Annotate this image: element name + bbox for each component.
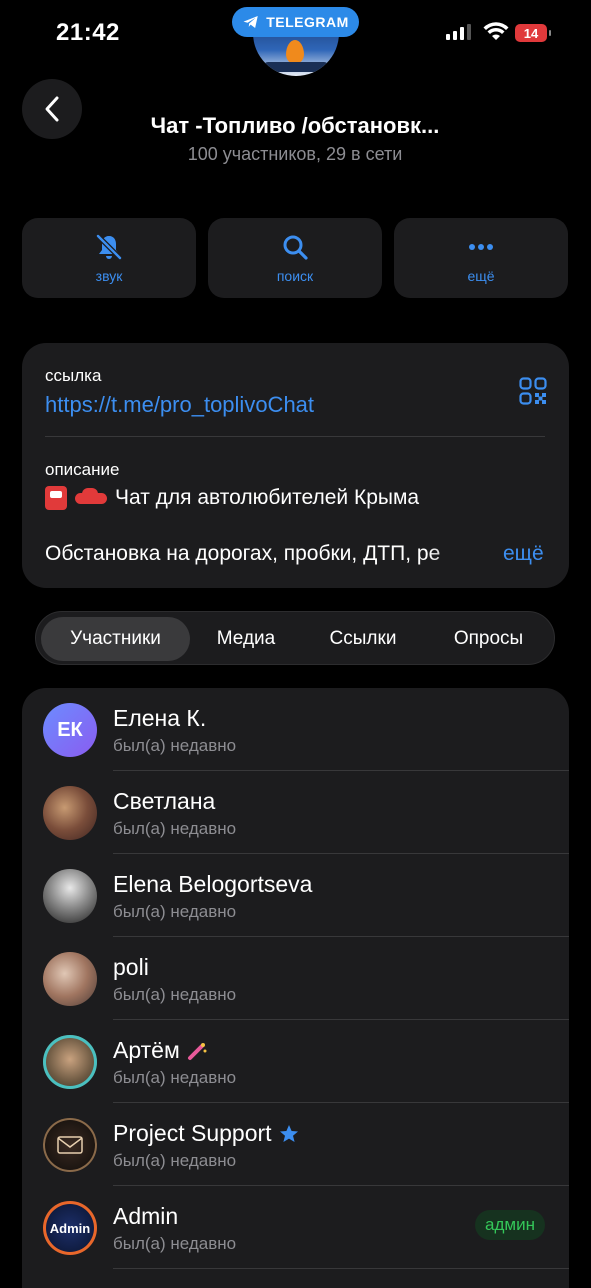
member-row[interactable]: Elena Belogortseva был(а) недавно [22, 854, 569, 937]
mute-button[interactable]: звук [22, 218, 196, 298]
tab-polls[interactable]: Опросы [431, 617, 546, 661]
avatar [43, 1035, 97, 1089]
member-row[interactable]: Admin Admin был(а) недавно админ [22, 1186, 569, 1269]
chat-subtitle: 100 участников, 29 в сети [187, 144, 403, 164]
member-name: Светлана [113, 788, 215, 815]
member-name-text: Артём [113, 1037, 180, 1063]
member-row[interactable]: Артём был(а) недавно [22, 1020, 569, 1103]
search-label: поиск [276, 268, 314, 284]
member-name-text: Елена К. [113, 705, 207, 731]
status-bar: 21:42 TELEGRAM 14 [0, 0, 591, 76]
member-name-text: Admin [113, 1203, 179, 1229]
tab-members[interactable]: Участники [41, 617, 190, 661]
member-status: был(а) недавно [113, 736, 237, 755]
telegram-pill-label: TELEGRAM [266, 14, 349, 30]
more-label: ещё [467, 268, 495, 284]
fuel-pump-icon [45, 486, 67, 510]
avatar [43, 869, 97, 923]
description-line-1: Чат для автолюбителей Крыма [45, 486, 419, 510]
car-icon [75, 488, 107, 508]
sparkle-emoji-icon [187, 1042, 207, 1060]
telegram-pill[interactable]: TELEGRAM [232, 7, 359, 37]
member-row[interactable]: poli был(а) недавно [22, 937, 569, 1020]
mute-label: звук [95, 268, 123, 284]
chat-title: Чат -Топливо /обстановк... [150, 113, 440, 138]
link-label: ссылка [45, 366, 102, 385]
member-status: был(а) недавно [113, 1234, 237, 1253]
divider [113, 1268, 569, 1269]
member-row[interactable]: ЕК Елена К. был(а) недавно [22, 688, 569, 771]
divider [45, 436, 545, 437]
avatar: Admin [43, 1201, 97, 1255]
description-text-1: Чат для автолюбителей Крыма [115, 486, 420, 509]
status-time: 21:42 [56, 19, 120, 46]
tab-media[interactable]: Медиа [196, 617, 296, 661]
premium-star-icon [279, 1124, 298, 1142]
avatar [43, 952, 97, 1006]
member-status: был(а) недавно [113, 819, 237, 838]
member-name: Project Support [113, 1120, 300, 1147]
member-name: Елена К. [113, 705, 206, 732]
member-status: был(а) недавно [113, 902, 237, 921]
description-line-2: Обстановка на дорогах, пробки, ДТП, ре [45, 542, 441, 565]
search-icon [283, 235, 308, 260]
admin-badge: админ [475, 1210, 545, 1240]
member-status: был(а) недавно [113, 1068, 237, 1087]
battery-level: 14 [523, 25, 539, 41]
more-icon [469, 244, 493, 250]
invite-link[interactable]: https://t.me/pro_toplivoChat [45, 392, 314, 418]
avatar: ЕК [43, 703, 97, 757]
bell-slash-icon [96, 234, 122, 260]
member-name: Admin [113, 1203, 178, 1230]
member-name-text: poli [113, 954, 149, 980]
fuel-drop-icon [286, 40, 304, 64]
search-button[interactable]: поиск [208, 218, 382, 298]
avatar-text: Admin [49, 1220, 91, 1236]
battery-indicator: 14 [515, 24, 551, 42]
wifi-icon [483, 22, 509, 40]
tab-links[interactable]: Ссылки [308, 617, 418, 661]
member-name: Артём [113, 1037, 208, 1064]
info-card: ссылка https://t.me/pro_toplivoChat опис… [22, 343, 569, 588]
avatar [43, 1118, 97, 1172]
member-name-text: Project Support [113, 1120, 272, 1146]
member-name-text: Elena Belogortseva [113, 871, 313, 897]
member-name: poli [113, 954, 149, 981]
telegram-icon [243, 16, 258, 28]
avatar-initials: ЕК [57, 718, 83, 741]
cellular-signal-icon [446, 24, 471, 40]
envelope-icon [57, 1136, 83, 1154]
member-name-text: Светлана [113, 788, 216, 814]
member-status: был(а) недавно [113, 985, 237, 1004]
avatar [43, 786, 97, 840]
description-label: описание [45, 460, 120, 479]
member-status: был(а) недавно [113, 1151, 237, 1170]
member-row[interactable]: Светлана был(а) недавно [22, 771, 569, 854]
member-row[interactable]: Project Support был(а) недавно [22, 1103, 569, 1186]
road-shape [263, 62, 329, 72]
show-more-link[interactable]: ещё [503, 542, 544, 566]
qr-code-icon[interactable] [519, 377, 547, 405]
media-tabs: Участники Медиа Ссылки Опросы [35, 611, 555, 665]
members-list: ЕК Елена К. был(а) недавно Светлана был(… [22, 688, 569, 1288]
member-name: Elena Belogortseva [113, 871, 312, 898]
back-button[interactable] [22, 79, 82, 139]
more-button[interactable]: ещё [394, 218, 568, 298]
chevron-left-icon [45, 96, 59, 122]
